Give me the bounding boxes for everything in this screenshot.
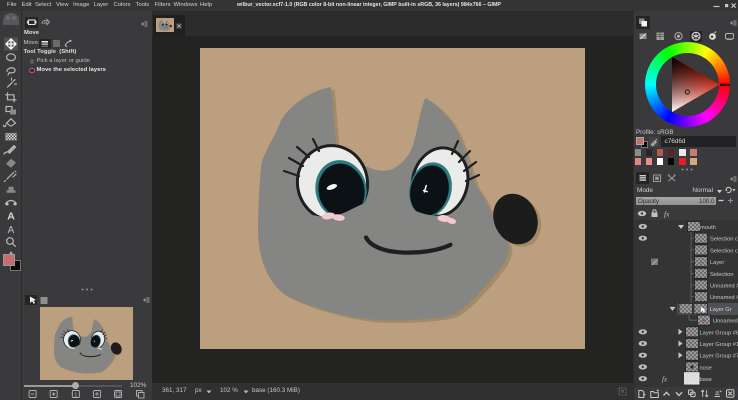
- svg-text:A: A: [7, 211, 15, 223]
- svg-text:base: base: [700, 377, 712, 383]
- svg-text:fx: fx: [662, 376, 668, 384]
- svg-text:nose: nose: [700, 365, 712, 371]
- svg-text:1: 1: [74, 392, 77, 398]
- svg-text:Layer Group #1: Layer Group #1: [700, 342, 738, 348]
- svg-text:Selection copy: Selection copy: [710, 248, 738, 254]
- svg-text:Layer Group #7: Layer Group #7: [700, 354, 738, 360]
- svg-text:mouth: mouth: [700, 225, 716, 231]
- svg-text:Selection: Selection: [710, 272, 733, 278]
- svg-text:Layer: Layer: [710, 260, 724, 266]
- svg-text:Unnamed 8: Unnamed 8: [713, 319, 738, 325]
- svg-text:Selection copy: Selection copy: [710, 237, 738, 243]
- svg-text:Unnamed #19: Unnamed #19: [710, 295, 738, 301]
- svg-text:A: A: [8, 225, 15, 236]
- svg-text:Unnamed #2: Unnamed #2: [710, 284, 738, 290]
- svg-text:Layer Group #6: Layer Group #6: [700, 330, 738, 336]
- svg-text:Layer Gr: Layer Gr: [710, 307, 732, 313]
